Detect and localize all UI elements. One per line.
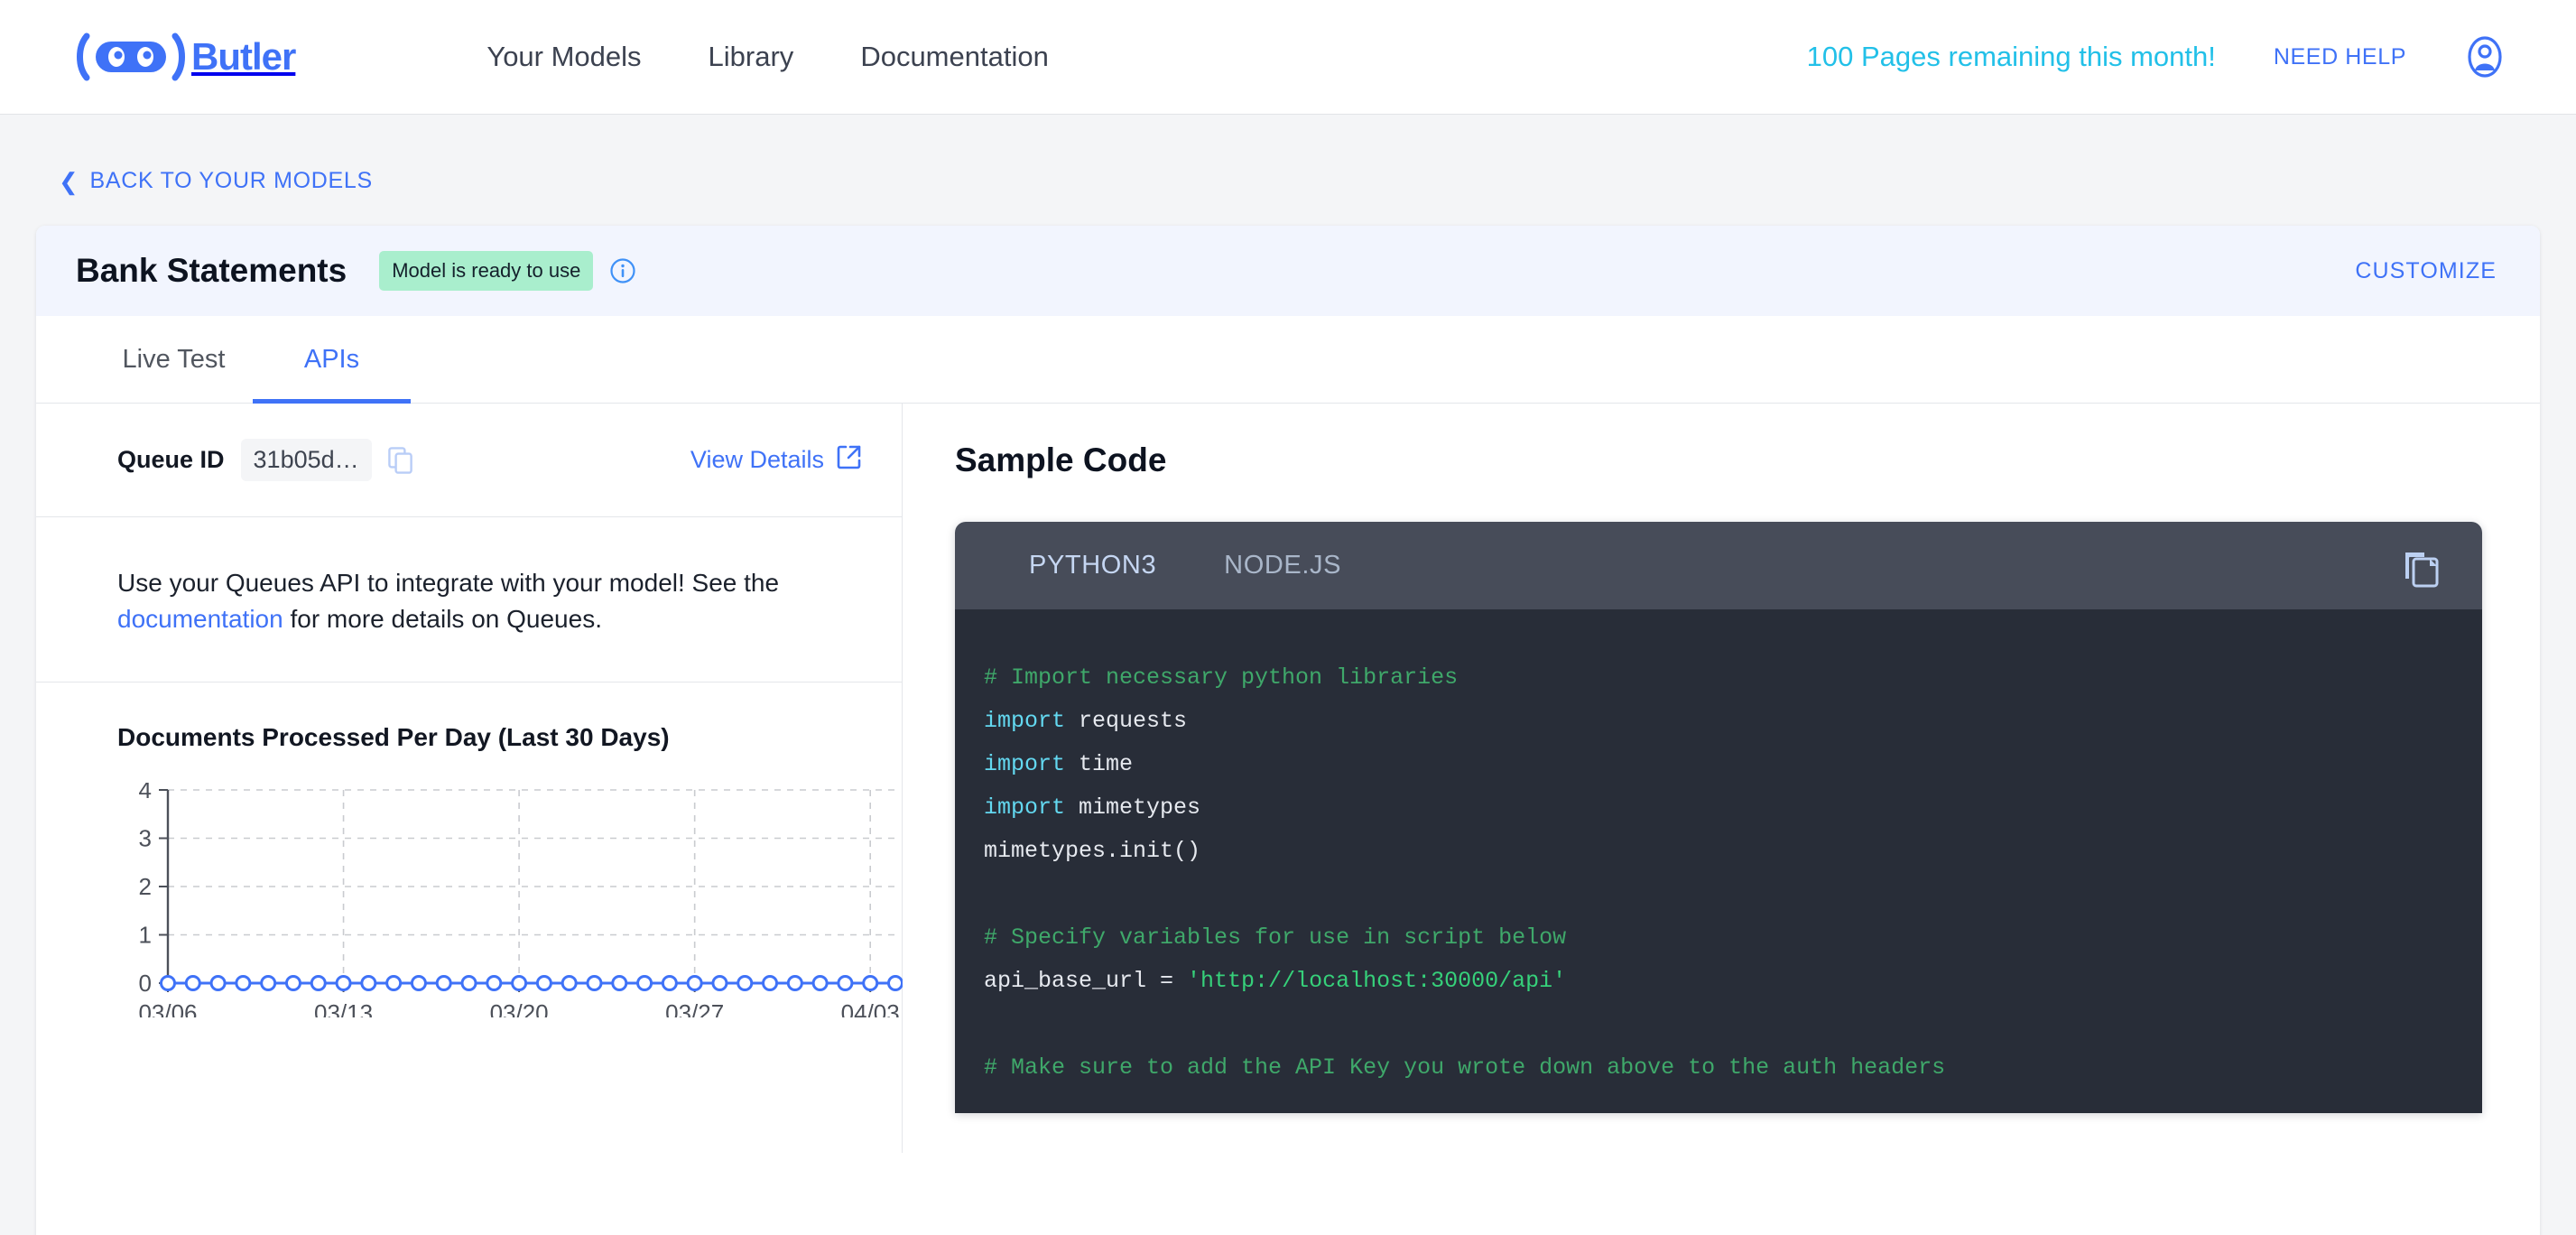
nav-library[interactable]: Library: [709, 41, 794, 73]
brand-logo-link[interactable]: Butler: [76, 31, 296, 83]
status-badge: Model is ready to use: [379, 251, 594, 291]
queue-id-row: Queue ID 31b05d… View Details: [36, 404, 902, 517]
svg-text:2: 2: [139, 873, 152, 900]
documentation-link[interactable]: documentation: [117, 605, 283, 633]
svg-text:03/20: 03/20: [490, 999, 549, 1017]
svg-text:04/03: 04/03: [841, 999, 900, 1017]
view-details-link[interactable]: View Details: [690, 444, 862, 476]
svg-text:4: 4: [139, 783, 152, 803]
card-body: Queue ID 31b05d… View Details Use your Q…: [36, 404, 2540, 1153]
documents-processed-chart: 0 1 2 3 4 03/06 03/13 03/20 03/27 04/03: [117, 776, 903, 1026]
butler-robot-logo-icon: [76, 31, 186, 83]
page-title: Bank Statements: [76, 252, 347, 289]
svg-text:3: 3: [139, 825, 152, 852]
brand-name: Butler: [191, 35, 296, 78]
page-content: ❮ BACK TO YOUR MODELS Bank Statements Mo…: [0, 115, 2576, 1235]
code-tab-nodejs[interactable]: NODE.JS: [1224, 551, 1341, 580]
documents-chart-block: Documents Processed Per Day (Last 30 Day…: [36, 682, 903, 1026]
need-help-link[interactable]: NEED HELP: [2274, 44, 2406, 70]
back-link-label: BACK TO YOUR MODELS: [89, 168, 373, 193]
account-circle-icon[interactable]: [2464, 36, 2506, 78]
view-details-label: View Details: [690, 446, 824, 473]
left-panel: Queue ID 31b05d… View Details Use your Q…: [36, 404, 903, 1153]
code-language-tabs: PYTHON3 NODE.JS: [955, 522, 2482, 609]
info-circle-icon[interactable]: [609, 257, 636, 284]
chevron-left-icon: ❮: [59, 167, 79, 195]
svg-text:03/13: 03/13: [314, 999, 373, 1017]
main-nav: Your Models Library Documentation: [486, 41, 1048, 73]
tab-live-test[interactable]: Live Test: [95, 316, 253, 403]
external-link-icon: [837, 444, 862, 476]
queue-id-value: 31b05d…: [240, 439, 372, 481]
tab-apis[interactable]: APIs: [253, 316, 411, 404]
description-after: for more details on Queues.: [283, 604, 602, 633]
svg-text:0: 0: [139, 970, 152, 997]
top-navigation-bar: Butler Your Models Library Documentation…: [0, 0, 2576, 115]
right-panel: Sample Code PYTHON3 NODE.JS # Import nec…: [903, 404, 2540, 1153]
model-card: Bank Statements Model is ready to use CU…: [36, 226, 2540, 1235]
pages-remaining-label: 100 Pages remaining this month!: [1806, 41, 2216, 72]
nav-your-models[interactable]: Your Models: [486, 41, 641, 73]
code-tab-python3[interactable]: PYTHON3: [1029, 551, 1156, 580]
top-right-actions: 100 Pages remaining this month! NEED HEL…: [1807, 36, 2506, 78]
svg-text:1: 1: [139, 922, 152, 949]
copy-code-icon[interactable]: [2403, 549, 2441, 589]
queues-description: Use your Queues API to integrate with yo…: [36, 517, 902, 682]
description-before: Use your Queues API to integrate with yo…: [117, 569, 780, 597]
back-to-your-models-link[interactable]: ❮ BACK TO YOUR MODELS: [59, 168, 373, 194]
sample-code-content: # Import necessary python libraries impor…: [955, 609, 2482, 1113]
svg-text:03/27: 03/27: [665, 999, 724, 1017]
svg-text:03/06: 03/06: [138, 999, 197, 1017]
model-tabs: Live Test APIs: [36, 316, 2540, 404]
chart-title: Documents Processed Per Day (Last 30 Day…: [117, 723, 670, 751]
queue-id-label: Queue ID: [117, 446, 225, 473]
sample-code-title: Sample Code: [955, 441, 1167, 478]
customize-button[interactable]: CUSTOMIZE: [2355, 258, 2497, 284]
copy-icon[interactable]: [387, 446, 413, 474]
model-card-header: Bank Statements Model is ready to use CU…: [36, 226, 2540, 316]
sample-code-card: PYTHON3 NODE.JS # Import necessary pytho…: [955, 522, 2482, 1113]
nav-documentation[interactable]: Documentation: [860, 41, 1049, 73]
